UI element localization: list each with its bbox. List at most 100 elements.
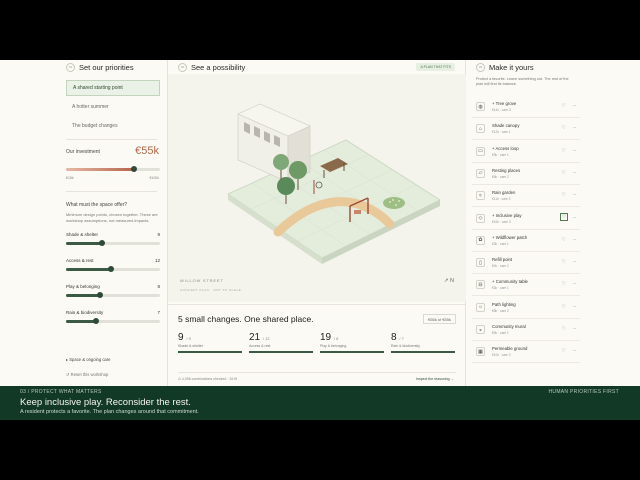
investment-min: €15k <box>66 176 74 180</box>
scenario-tab-hotter[interactable]: A hotter summer <box>66 99 160 115</box>
inspect-reasoning-link[interactable]: Inspect the reasoning → <box>416 377 454 381</box>
remove-dash-icon[interactable]: – <box>573 192 576 198</box>
plan-item-name: Rain garden <box>492 190 516 196</box>
protect-heart-icon[interactable]: ♡ <box>562 103 566 109</box>
isometric-site-plan <box>227 103 441 264</box>
plan-fits-badge: A PLAN THAT FITS <box>416 63 455 71</box>
summary-stat: 8 / 7 Rain & biodiversity <box>391 332 455 353</box>
plan-item[interactable]: ▦ Permeable ground €10k · care 2 ♡ – <box>472 341 580 364</box>
plan-item-name: Resting places <box>492 167 521 173</box>
plan-item-meta: €11k · care 3 <box>492 197 511 202</box>
plan-item-icon: ◍ <box>476 102 485 111</box>
investment-handle[interactable] <box>131 166 137 172</box>
stat-bar <box>391 351 455 353</box>
remove-dash-icon[interactable]: – <box>573 348 576 354</box>
plan-item-meta: €8k · care 2 <box>492 308 509 313</box>
space-care-toggle[interactable]: ▸ Space & ongoing care <box>66 357 110 362</box>
investment-label: Our investment <box>66 149 100 155</box>
remove-dash-icon[interactable]: – <box>573 281 576 287</box>
priority-slider[interactable] <box>66 240 160 246</box>
remove-dash-icon[interactable]: – <box>573 326 576 332</box>
combinations-checked: ⊙ 4,096 combinations checked · 26 fit <box>178 377 237 381</box>
plan-item-icon: ◒ <box>476 325 485 334</box>
section-title: See a possibility <box>191 62 246 72</box>
reset-button[interactable]: ↺ Reset this workshop <box>66 372 108 377</box>
stat-bar <box>249 351 313 353</box>
scenario-tab-budget[interactable]: The budget changes <box>66 118 160 134</box>
protect-heart-icon[interactable]: ♡ <box>562 259 566 265</box>
priority-value: 12 <box>154 258 160 263</box>
remove-dash-icon[interactable]: – <box>573 215 576 221</box>
plan-item-icon: ✿ <box>476 235 485 245</box>
priority-fill <box>66 242 102 245</box>
priority-label: Access & rest <box>66 258 94 263</box>
priority-handle[interactable] <box>93 318 99 324</box>
plan-item[interactable]: ◍ + Tree grove €14k · care 3 ♡ – <box>472 96 580 118</box>
make-it-yours-panel: 03 Make it yours Protect a favorite. Lea… <box>466 60 584 420</box>
priority-slider[interactable] <box>66 266 160 272</box>
plan-item-icon: ▦ <box>476 347 485 357</box>
plan-item[interactable]: ▱ Resting places €6k · care 2 ♡ – <box>472 163 580 185</box>
protect-heart-icon[interactable]: ♡ <box>562 170 566 176</box>
investment-max: €100k <box>149 176 159 180</box>
priority-slider[interactable] <box>66 292 160 298</box>
wildflower-patch <box>383 197 405 209</box>
priority-handle[interactable] <box>99 240 105 246</box>
plan-item[interactable]: ◒ Community mural €5k · care 1 ♡ – <box>472 319 580 341</box>
protect-heart-icon[interactable]: ♡ <box>560 212 568 221</box>
plan-item[interactable]: ▭ + Access loop €9k · care 1 ♡ – <box>472 141 580 163</box>
protect-heart-icon[interactable]: ♡ <box>562 237 566 243</box>
budget-chip: €55k of €55k <box>423 314 456 324</box>
plan-item[interactable]: ⌂ Shade canopy €12k · care 1 ♡ – <box>472 118 580 141</box>
plan-item[interactable]: ✿ + Wildflower patch €3k · care 1 ♡ – <box>472 230 580 252</box>
plan-item[interactable]: ≈ Rain garden €11k · care 3 ♡ – <box>472 185 580 208</box>
plan-item-icon: ⊟ <box>476 280 485 290</box>
space-question: What must the space offer? <box>66 202 128 208</box>
priority-fill <box>66 320 96 323</box>
plan-item-name: Path lighting <box>492 301 516 307</box>
remove-dash-icon[interactable]: – <box>573 304 576 310</box>
space-note: Minimum design points, chosen together. … <box>66 212 158 223</box>
section-number: 03 <box>476 62 485 72</box>
priority-slider[interactable] <box>66 318 160 324</box>
protect-heart-icon[interactable]: ♡ <box>562 148 566 154</box>
plan-item[interactable]: ☼ Path lighting €8k · care 2 ♡ – <box>472 297 580 319</box>
investment-fill <box>66 168 134 171</box>
plan-item[interactable]: ⊟ + Community table €3k · care 1 ♡ – <box>472 274 580 297</box>
plan-item-icon: ⌂ <box>476 124 485 134</box>
priority-handle[interactable] <box>108 266 114 272</box>
protect-heart-icon[interactable]: ♡ <box>562 125 566 131</box>
remove-dash-icon[interactable]: – <box>573 103 576 109</box>
priority-value: 9 <box>157 232 160 237</box>
remove-dash-icon[interactable]: – <box>573 170 576 176</box>
caption-bar: 03 / PROTECT WHAT MATTERS Keep inclusive… <box>0 386 640 420</box>
site-plan-view[interactable]: WILLOW STREET CONCEPT PLAN · NOT TO SCAL… <box>168 74 466 302</box>
priority-row-label: Play & belonging 8 <box>66 284 160 289</box>
remove-dash-icon[interactable]: – <box>573 148 576 154</box>
protect-heart-icon[interactable]: ♡ <box>562 281 566 287</box>
priority-value: 7 <box>157 310 160 315</box>
priority-row-label: Rain & biodiversity 7 <box>66 310 160 315</box>
priority-handle[interactable] <box>97 292 103 298</box>
compass-north: ↗ N <box>443 278 454 284</box>
scenario-tab-shared[interactable]: A shared starting point <box>66 80 160 96</box>
remove-dash-icon[interactable]: – <box>573 125 576 131</box>
plan-item[interactable]: ◇ + Inclusive play €16k · care 3 ♡ – <box>472 208 580 230</box>
protect-heart-icon[interactable]: ♡ <box>562 304 566 310</box>
protect-heart-icon[interactable]: ♡ <box>562 326 566 332</box>
remove-dash-icon[interactable]: – <box>573 237 576 243</box>
protect-heart-icon[interactable]: ♡ <box>562 348 566 354</box>
plan-item-meta: €3k · care 1 <box>492 286 509 291</box>
priority-fill <box>66 294 100 297</box>
plan-item[interactable]: ▯ Refill point €4k · care 2 ♡ – <box>472 252 580 275</box>
remove-dash-icon[interactable]: – <box>573 259 576 265</box>
caption-kicker: 03 / PROTECT WHAT MATTERS <box>20 389 102 395</box>
workshop-app: 01 Set our priorities A shared starting … <box>0 60 640 420</box>
investment-slider[interactable] <box>66 166 160 172</box>
priority-value: 8 <box>157 284 160 289</box>
protect-heart-icon[interactable]: ♡ <box>562 192 566 198</box>
plan-caption: CONCEPT PLAN · NOT TO SCALE <box>180 288 242 292</box>
priority-fill <box>66 268 111 271</box>
divider <box>66 191 157 192</box>
summary-title: 5 small changes. One shared place. <box>178 314 314 324</box>
